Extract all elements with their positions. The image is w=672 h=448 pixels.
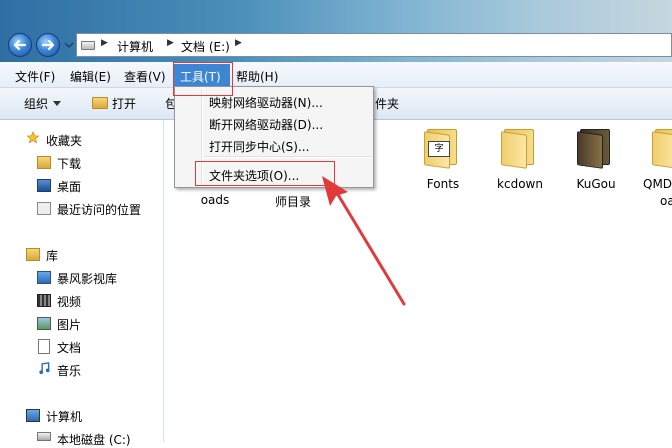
- storm-library-icon: [37, 271, 51, 284]
- video-icon: [37, 294, 51, 307]
- new-folder-button[interactable]: 件夹: [375, 95, 399, 112]
- annotation-box-tools-menu: [173, 62, 233, 96]
- folder-kcdown[interactable]: [501, 127, 535, 169]
- drive-icon: [81, 41, 95, 50]
- menu-item-open-sync-center[interactable]: 打开同步中心(S)...: [209, 138, 309, 155]
- local-disk-icon: [37, 432, 51, 441]
- menu-file[interactable]: 文件(F): [15, 68, 55, 85]
- back-button[interactable]: [8, 33, 32, 57]
- chevron-down-icon: [53, 101, 61, 106]
- address-bar[interactable]: ▶ 计算机 ▶ 文档 (E:) ▶: [76, 33, 672, 57]
- star-icon: [26, 131, 40, 144]
- back-arrow-icon: [13, 39, 27, 51]
- folder-kugou[interactable]: [577, 127, 611, 169]
- folder-qmd[interactable]: [652, 127, 672, 169]
- recent-places-icon: [37, 202, 51, 215]
- folder-front: [652, 131, 672, 169]
- breadcrumb-separator-icon[interactable]: ▶: [235, 38, 242, 48]
- breadcrumb-drive-e[interactable]: 文档 (E:): [181, 38, 230, 55]
- menu-item-map-network-drive[interactable]: 映射网络驱动器(N)...: [209, 94, 323, 111]
- folder-front: [501, 131, 527, 169]
- library-icon: [26, 248, 40, 261]
- open-folder-icon: [92, 97, 108, 109]
- annotation-arrow-icon: [322, 176, 406, 306]
- folder-fonts[interactable]: 字: [424, 127, 458, 169]
- breadcrumb-separator-icon[interactable]: ▶: [101, 38, 108, 48]
- open-button[interactable]: 打开: [112, 95, 136, 112]
- breadcrumb-separator-icon[interactable]: ▶: [167, 38, 174, 48]
- menu-item-disconnect-network-drive[interactable]: 断开网络驱动器(D)...: [209, 116, 323, 133]
- nav-item-storm-library[interactable]: 暴风影视库: [57, 270, 117, 287]
- favorites-header[interactable]: 收藏夹: [46, 132, 82, 149]
- recent-pages-chevron-icon[interactable]: [64, 40, 74, 50]
- nav-item-pictures[interactable]: 图片: [57, 316, 81, 333]
- libraries-header[interactable]: 库: [46, 247, 58, 264]
- folder-label-kcdown[interactable]: kcdown: [480, 177, 560, 191]
- menu-edit[interactable]: 编辑(E): [70, 68, 111, 85]
- breadcrumb-computer[interactable]: 计算机: [117, 38, 153, 55]
- folder-label-qmd[interactable]: QMD: [643, 177, 672, 191]
- nav-item-downloads[interactable]: 下载: [57, 155, 81, 172]
- folder-label-kugou[interactable]: KuGou: [556, 177, 636, 191]
- documents-icon: [38, 339, 50, 354]
- forward-arrow-icon: [41, 39, 55, 51]
- nav-item-videos[interactable]: 视频: [57, 293, 81, 310]
- menu-separator: [203, 156, 371, 158]
- nav-item-documents[interactable]: 文档: [57, 339, 81, 356]
- menu-bar: 文件(F) 编辑(E) 查看(V) 帮助(H): [0, 62, 672, 88]
- menu-view[interactable]: 查看(V): [124, 68, 166, 85]
- nav-item-desktop[interactable]: 桌面: [57, 178, 81, 195]
- forward-button[interactable]: [36, 33, 60, 57]
- computer-icon: [26, 409, 40, 422]
- pictures-icon: [37, 317, 51, 330]
- nav-item-music[interactable]: 音乐: [57, 362, 81, 379]
- organize-button[interactable]: 组织: [24, 95, 48, 112]
- nav-item-local-disk-c[interactable]: 本地磁盘 (C:): [57, 431, 131, 448]
- nav-item-recent-places[interactable]: 最近访问的位置: [57, 201, 141, 218]
- music-note-icon: [39, 362, 50, 375]
- file-label-partial-downloads[interactable]: oads: [175, 193, 255, 207]
- folder-label-qmd-line2[interactable]: oa: [660, 194, 672, 208]
- font-preview-icon: 字: [428, 141, 450, 157]
- navigation-pane: 收藏夹 下载 桌面 最近访问的位置 库 暴风影视库 视频 图片 文档 音乐 计算…: [0, 120, 164, 447]
- menu-help[interactable]: 帮助(H): [236, 68, 278, 85]
- desktop-icon: [37, 179, 51, 192]
- folder-front: [577, 131, 603, 169]
- computer-header[interactable]: 计算机: [46, 408, 82, 425]
- downloads-folder-icon: [37, 156, 51, 169]
